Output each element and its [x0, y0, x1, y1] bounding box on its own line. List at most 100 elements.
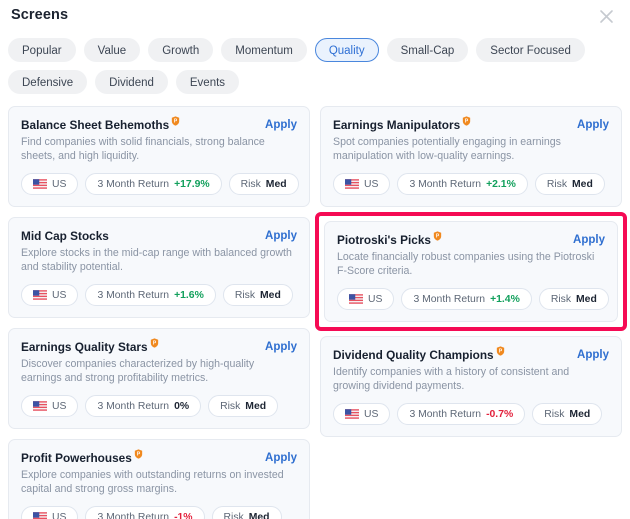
- screen-card[interactable]: Profit Powerhouses P Apply Explore companie…: [8, 439, 310, 519]
- tab-defensive[interactable]: Defensive: [8, 70, 88, 94]
- screen-description: Locate financially robust companies usin…: [337, 251, 595, 277]
- screens-column: Balance Sheet Behemoths P Apply Find compan…: [8, 106, 310, 519]
- screen-card[interactable]: Dividend Quality Champions P Apply Identify…: [320, 336, 622, 437]
- tab-growth[interactable]: Growth: [148, 38, 214, 62]
- risk-pill[interactable]: Risk Med: [532, 403, 603, 425]
- screen-card[interactable]: Balance Sheet Behemoths P Apply Find compan…: [8, 106, 310, 207]
- page-title: Screens: [11, 7, 69, 23]
- region-pill[interactable]: US: [21, 395, 79, 417]
- screen-description: Explore companies with outstanding retur…: [21, 469, 284, 495]
- screen-description: Explore stocks in the mid-cap range with…: [21, 247, 292, 273]
- pro-badge-icon: P: [460, 116, 471, 132]
- screen-card-highlighted[interactable]: Piotroski's Picks P Apply Locate financiall…: [315, 212, 627, 331]
- region-pill[interactable]: US: [21, 506, 79, 519]
- tab-sector-focused[interactable]: Sector Focused: [476, 38, 585, 62]
- risk-pill[interactable]: Risk Med: [538, 288, 609, 310]
- screen-title-text: Dividend Quality Champions: [333, 348, 494, 362]
- screen-card[interactable]: Earnings Quality Stars P Apply Discover com…: [8, 328, 310, 429]
- apply-button[interactable]: Apply: [265, 229, 297, 243]
- apply-button[interactable]: Apply: [265, 451, 297, 465]
- tab-value[interactable]: Value: [83, 38, 141, 62]
- risk-label: Risk: [544, 408, 565, 420]
- return-pill[interactable]: 3 Month Return +2.1%: [397, 173, 528, 195]
- apply-button[interactable]: Apply: [577, 348, 609, 362]
- tab-small-cap[interactable]: Small-Cap: [386, 38, 469, 62]
- screen-meta-pills: US 3 Month Return +17.9% Risk Med: [21, 173, 299, 195]
- pro-badge-icon: P: [169, 116, 180, 132]
- apply-button[interactable]: Apply: [577, 118, 609, 132]
- screen-card-body[interactable]: Dividend Quality Champions P Apply Identify…: [320, 336, 622, 437]
- risk-label: Risk: [546, 178, 568, 190]
- screen-meta-pills: US 3 Month Return -1% Risk Med: [21, 506, 297, 519]
- pro-badge-icon: P: [148, 338, 159, 354]
- tab-quality[interactable]: Quality: [314, 38, 379, 62]
- screen-card-body[interactable]: Mid Cap Stocks Apply Explore stocks in the…: [8, 217, 310, 318]
- region-pill[interactable]: US: [21, 284, 79, 306]
- return-pill[interactable]: 3 Month Return 0%: [85, 395, 202, 417]
- screen-meta-pills: US 3 Month Return +1.6% Risk Med: [21, 284, 297, 306]
- screen-card-header: Dividend Quality Champions P Apply: [333, 346, 609, 362]
- screen-description: Discover companies characterized by high…: [21, 358, 255, 384]
- screen-card-body[interactable]: Balance Sheet Behemoths P Apply Find compan…: [8, 106, 310, 207]
- region-pill[interactable]: US: [21, 173, 79, 195]
- screen-card-header: Profit Powerhouses P Apply: [21, 449, 297, 465]
- screen-card-body[interactable]: Piotroski's Picks P Apply Locate financiall…: [324, 221, 618, 322]
- risk-value: Med: [260, 289, 281, 301]
- return-label: 3 Month Return: [97, 289, 170, 301]
- risk-pill[interactable]: Risk Med: [211, 506, 282, 519]
- risk-pill[interactable]: Risk Med: [208, 395, 279, 417]
- tab-popular[interactable]: Popular: [8, 38, 76, 62]
- risk-pill[interactable]: Risk Med: [222, 284, 293, 306]
- return-pill[interactable]: 3 Month Return +1.6%: [85, 284, 216, 306]
- region-pill[interactable]: US: [337, 288, 395, 310]
- risk-pill[interactable]: Risk Med: [228, 173, 299, 195]
- screen-card[interactable]: Earnings Manipulators P Apply Spot companie…: [320, 106, 622, 207]
- risk-label: Risk: [550, 293, 572, 305]
- apply-button[interactable]: Apply: [265, 340, 297, 354]
- screen-title-text: Profit Powerhouses: [21, 451, 132, 465]
- return-pill[interactable]: 3 Month Return -0.7%: [397, 403, 526, 425]
- screen-title: Piotroski's Picks P: [337, 231, 442, 247]
- return-value: +2.1%: [486, 178, 516, 190]
- return-value: -1%: [174, 511, 193, 519]
- return-label: 3 Month Return: [97, 511, 170, 519]
- return-pill[interactable]: 3 Month Return -1%: [85, 506, 205, 519]
- region-pill[interactable]: US: [333, 403, 391, 425]
- screen-meta-pills: US 3 Month Return +2.1% Risk Med: [333, 173, 609, 195]
- tab-dividend[interactable]: Dividend: [95, 70, 168, 94]
- region-label: US: [52, 511, 67, 519]
- apply-button[interactable]: Apply: [573, 233, 605, 247]
- risk-pill[interactable]: Risk Med: [534, 173, 605, 195]
- screen-title: Profit Powerhouses P: [21, 449, 143, 465]
- risk-label: Risk: [223, 511, 244, 519]
- return-pill[interactable]: 3 Month Return +17.9%: [85, 173, 222, 195]
- region-pill[interactable]: US: [333, 173, 391, 195]
- risk-label: Risk: [240, 178, 261, 190]
- region-label: US: [52, 400, 67, 412]
- screen-title-text: Balance Sheet Behemoths: [21, 118, 170, 132]
- risk-value: Med: [572, 178, 593, 190]
- region-label: US: [368, 293, 383, 305]
- return-label: 3 Month Return: [413, 293, 486, 305]
- close-button[interactable]: [595, 5, 617, 27]
- risk-value: Med: [569, 408, 591, 420]
- panel-header: Screens: [0, 0, 630, 34]
- us-flag-icon: [349, 294, 363, 304]
- tab-events[interactable]: Events: [175, 70, 240, 94]
- screen-card-header: Earnings Manipulators P Apply: [333, 116, 609, 132]
- screen-description: Identify companies with a history of con…: [333, 366, 570, 392]
- screen-card-body[interactable]: Earnings Quality Stars P Apply Discover com…: [8, 328, 310, 429]
- screens-column: Earnings Manipulators P Apply Spot companie…: [315, 106, 627, 437]
- apply-button[interactable]: Apply: [265, 118, 297, 132]
- us-flag-icon: [345, 409, 359, 419]
- region-label: US: [52, 178, 67, 190]
- screen-card-body[interactable]: Earnings Manipulators P Apply Spot companie…: [320, 106, 622, 207]
- risk-value: Med: [265, 178, 287, 190]
- return-pill[interactable]: 3 Month Return +1.4%: [401, 288, 532, 310]
- screen-card-header: Balance Sheet Behemoths P Apply: [21, 116, 297, 132]
- screen-card-body[interactable]: Profit Powerhouses P Apply Explore companie…: [8, 439, 310, 519]
- us-flag-icon: [33, 401, 47, 411]
- screen-card[interactable]: Mid Cap Stocks Apply Explore stocks in the…: [8, 217, 310, 318]
- tab-momentum[interactable]: Momentum: [221, 38, 307, 62]
- us-flag-icon: [33, 179, 47, 189]
